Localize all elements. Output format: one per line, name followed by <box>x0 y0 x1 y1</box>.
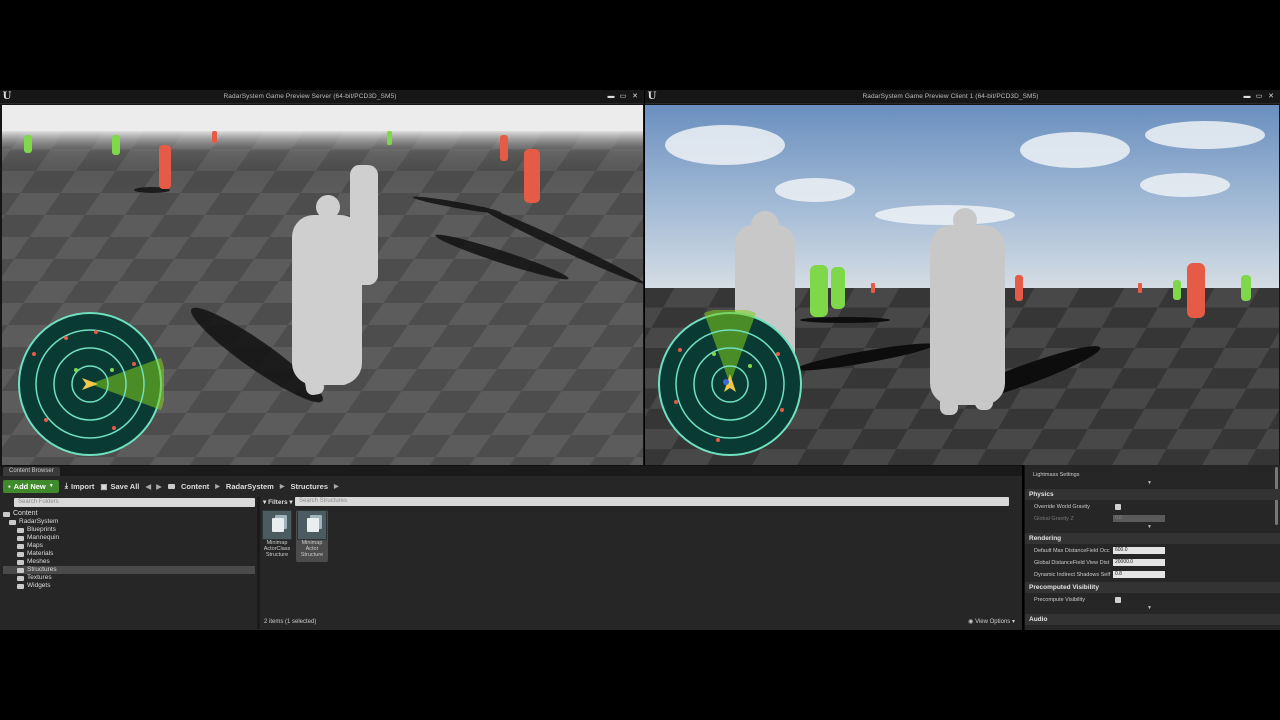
client-window-title: RadarSystem Game Preview Client 1 (64-bi… <box>862 93 1039 100</box>
breadcrumb-radarsystem[interactable]: RadarSystem <box>226 482 274 491</box>
close-button[interactable]: ✕ <box>630 93 640 101</box>
breadcrumb-separator-icon[interactable]: ▶ <box>280 483 285 490</box>
eye-icon: ◉ <box>968 619 974 625</box>
global-gravity-field[interactable]: 0.0 <box>1113 515 1165 522</box>
sky-band <box>2 105 643 131</box>
import-button[interactable]: ⤓ Import <box>65 481 95 491</box>
breadcrumb-separator-icon[interactable]: ▶ <box>334 483 339 490</box>
override-world-gravity-checkbox[interactable] <box>1115 503 1121 510</box>
minimize-button[interactable]: ▬ <box>606 93 616 101</box>
chevron-down-icon: ▼ <box>48 483 54 489</box>
maximize-button[interactable]: ▭ <box>618 93 628 101</box>
df-view-row: Global DistanceField View Dist 20000.0 <box>1025 557 1280 568</box>
folder-icon <box>17 551 24 557</box>
tree-item-materials[interactable]: Materials <box>3 550 255 558</box>
folder-icon <box>17 527 24 533</box>
folder-search-input[interactable]: Search Folders <box>14 498 255 507</box>
back-arrow-icon[interactable]: ◀ <box>145 482 151 491</box>
folder-icon <box>17 583 24 589</box>
world-settings-details: Lightmass Settings ▼ Physics Override Wo… <box>1024 465 1280 630</box>
tree-item-blueprints[interactable]: Blueprints <box>3 526 255 534</box>
tree-item-maps[interactable]: Maps <box>3 542 255 550</box>
folder-icon <box>9 519 16 525</box>
desktop: U RadarSystem Game Preview Server (64-bi… <box>0 0 1280 720</box>
server-preview-window: U RadarSystem Game Preview Server (64-bi… <box>0 90 644 465</box>
expand-arrow-icon[interactable]: ▼ <box>1147 605 1152 611</box>
folder-icon <box>3 511 10 517</box>
expand-arrow-icon[interactable]: ▼ <box>1147 480 1152 486</box>
content-browser-toolbar: ▪ Add New ▼ ⤓ Import ▣ Save All ◀ ▶ Cont… <box>0 478 1022 494</box>
view-options-button[interactable]: ◉ View Options ▾ <box>968 618 1015 625</box>
rendering-section-header[interactable]: Rendering <box>1025 533 1280 544</box>
precomputed-visibility-header[interactable]: Precomputed Visibility <box>1025 582 1280 593</box>
client-titlebar[interactable]: U RadarSystem Game Preview Client 1 (64-… <box>645 90 1280 104</box>
item-count-status: 2 items (1 selected) <box>264 619 317 625</box>
tree-item-structures[interactable]: Structures <box>3 566 255 574</box>
breadcrumb-structures[interactable]: Structures <box>290 482 328 491</box>
server-radar-minimap <box>18 312 164 456</box>
folder-icon <box>17 567 24 573</box>
server-titlebar[interactable]: U RadarSystem Game Preview Server (64-bi… <box>0 90 644 104</box>
add-icon: ▪ <box>8 481 11 491</box>
expand-arrow-icon[interactable]: ▼ <box>1147 524 1152 530</box>
maximize-button[interactable]: ▭ <box>1254 93 1264 101</box>
tree-item-widgets[interactable]: Widgets <box>3 582 255 590</box>
df-occ-field[interactable]: 600.0 <box>1113 547 1165 554</box>
save-all-button[interactable]: ▣ Save All <box>100 482 139 491</box>
folder-icon <box>167 483 175 489</box>
asset-tile-minimap-actorclass[interactable]: Minimap ActorClass Structure <box>261 510 293 562</box>
content-browser: Content Browser ▪ Add New ▼ ⤓ Import ▣ S… <box>0 465 1022 630</box>
df-view-field[interactable]: 20000.0 <box>1113 559 1165 566</box>
tree-item-mannequin[interactable]: Mannequin <box>3 534 255 542</box>
minimize-button[interactable]: ▬ <box>1242 93 1252 101</box>
folder-icon <box>17 559 24 565</box>
folder-icon <box>17 535 24 541</box>
panel-splitter[interactable] <box>257 497 260 629</box>
breadcrumb: Content ▶ RadarSystem ▶ Structures ▶ <box>167 482 339 491</box>
tree-item-radarsystem[interactable]: RadarSystem <box>3 518 255 526</box>
breadcrumb-content[interactable]: Content <box>181 482 209 491</box>
tree-item-meshes[interactable]: Meshes <box>3 558 255 566</box>
audio-section-header[interactable]: Audio <box>1025 614 1280 625</box>
unreal-logo-icon: U <box>2 91 12 102</box>
folder-tree: Content RadarSystem Blueprints Mannequin… <box>3 510 255 626</box>
import-icon: ⤓ <box>64 481 69 490</box>
folder-icon <box>17 543 24 549</box>
structure-asset-icon <box>297 510 327 540</box>
structure-asset-icon <box>262 510 292 540</box>
override-world-gravity-row: Override World Gravity <box>1025 501 1280 512</box>
tree-item-textures[interactable]: Textures <box>3 574 255 582</box>
asset-view: ▾ Filters ▾ Search Structures Minimap Ac… <box>261 497 1019 629</box>
forward-arrow-icon[interactable]: ▶ <box>156 482 162 491</box>
client-viewport[interactable] <box>645 105 1279 465</box>
asset-tile-minimap-actor[interactable]: Minimap Actor Structure <box>296 510 328 562</box>
client-preview-window: U RadarSystem Game Preview Client 1 (64-… <box>645 90 1280 465</box>
save-icon: ▣ <box>100 481 108 491</box>
physics-section-header[interactable]: Physics <box>1025 489 1280 500</box>
server-window-title: RadarSystem Game Preview Server (64-bit/… <box>223 93 397 100</box>
server-viewport[interactable] <box>2 105 643 465</box>
unreal-logo-icon: U <box>647 91 657 102</box>
breadcrumb-separator-icon[interactable]: ▶ <box>215 483 220 490</box>
folder-icon <box>17 575 24 581</box>
client-radar-minimap <box>658 310 802 456</box>
df-occ-row: Default Max DistanceField Occ 600.0 <box>1025 545 1280 556</box>
asset-search-input[interactable]: Search Structures <box>295 497 1009 506</box>
dyn-shadows-row: Dynamic Indirect Shadows Self 0.8 <box>1025 569 1280 580</box>
content-browser-tab[interactable]: Content Browser <box>3 467 60 476</box>
dyn-shadows-field[interactable]: 0.8 <box>1113 571 1165 578</box>
add-new-button[interactable]: ▪ Add New ▼ <box>3 479 59 493</box>
tree-item-content[interactable]: Content <box>3 510 255 518</box>
precompute-visibility-checkbox[interactable] <box>1115 596 1121 603</box>
close-button[interactable]: ✕ <box>1266 93 1276 101</box>
filters-button[interactable]: ▾ Filters ▾ <box>263 498 293 506</box>
